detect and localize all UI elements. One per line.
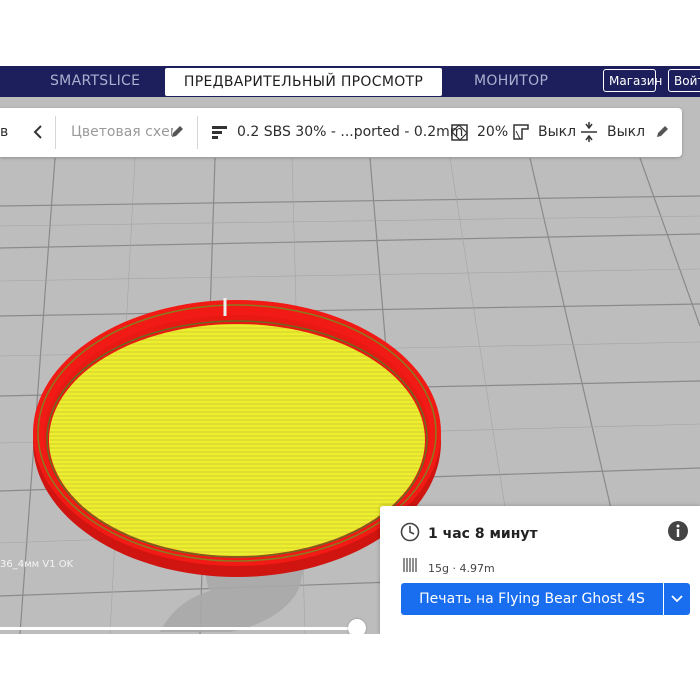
infill-label[interactable]: 20% [477, 108, 508, 157]
toolbar-divider [55, 116, 56, 149]
toolbar-divider [197, 116, 198, 149]
tab-preview[interactable]: ПРЕДВАРИТЕЛЬНЫЙ ПРОСМОТР [165, 68, 442, 96]
chevron-down-icon [671, 595, 683, 603]
support-label[interactable]: Выкл [538, 108, 576, 157]
stage-menu-label[interactable]: в [0, 108, 8, 157]
print-button[interactable]: Печать на Flying Bear Ghost 4S [401, 583, 663, 615]
adhesion-icon [581, 122, 597, 142]
layer-slider-track[interactable] [0, 627, 356, 630]
pencil-icon[interactable] [655, 125, 669, 139]
print-time-label: 1 час 8 минут [428, 526, 538, 542]
chevron-left-icon[interactable] [32, 125, 44, 139]
marketplace-button[interactable]: Магазин [603, 69, 662, 92]
cura-window: SMARTSLICE ПРЕДВАРИТЕЛЬНЫЙ ПРОСМОТР МОНИ… [0, 66, 700, 634]
tab-smartslice[interactable]: SMARTSLICE [50, 66, 140, 97]
adhesion-label[interactable]: Выкл [607, 108, 645, 157]
material-usage-label: 15g · 4.97m [428, 562, 495, 575]
layer-slider-handle[interactable] [348, 619, 366, 634]
print-info-panel: 1 час 8 минут 15g · 4.97m Печать на Flyi… [380, 506, 700, 634]
infill-icon [451, 124, 468, 141]
print-profile-label[interactable]: 0.2 SBS 30% - ...ported - 0.2mm [237, 108, 463, 157]
profile-icon [212, 126, 227, 139]
support-icon [513, 124, 529, 140]
printer-dropdown-button[interactable] [664, 583, 690, 615]
top-navigation-bar: SMARTSLICE ПРЕДВАРИТЕЛЬНЫЙ ПРОСМОТР МОНИ… [0, 66, 700, 97]
object-name-label: 36_4мм V1 OK [0, 559, 74, 570]
pencil-icon[interactable] [170, 125, 184, 139]
spool-icon [403, 558, 417, 572]
view-settings-toolbar: в Цветовая схема 0.2 SBS 30% - ...ported… [0, 108, 682, 157]
tab-monitor[interactable]: МОНИТОР [474, 66, 548, 97]
info-icon[interactable] [667, 520, 689, 542]
color-scheme-label[interactable]: Цветовая схема [71, 108, 173, 157]
clock-icon [400, 522, 420, 542]
sign-in-button[interactable]: Войт [668, 69, 700, 92]
